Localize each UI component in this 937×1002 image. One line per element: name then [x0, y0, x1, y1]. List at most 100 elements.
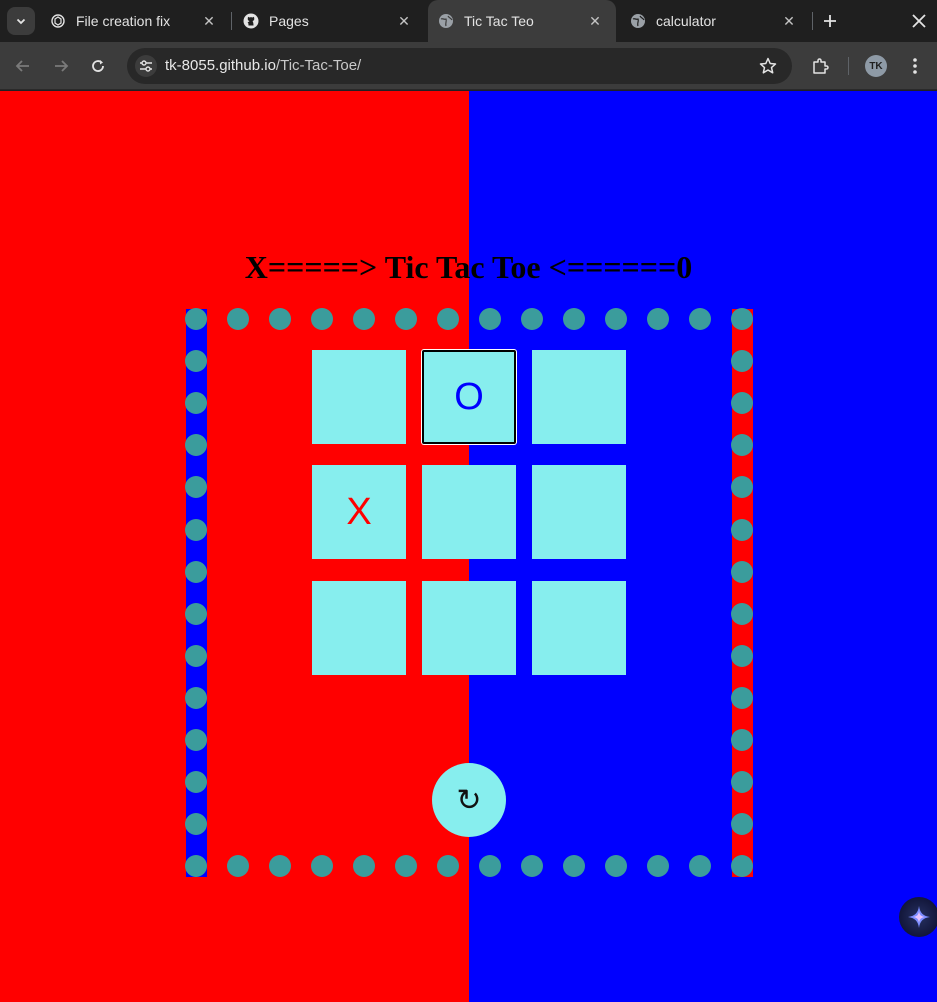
refresh-icon: ↻: [456, 783, 482, 817]
chatgpt-icon: [50, 13, 66, 29]
board-cell-0-1[interactable]: O: [422, 350, 516, 444]
profile-avatar[interactable]: TK: [865, 55, 887, 77]
frame-dot: [731, 560, 753, 583]
frame-dot: [353, 308, 375, 330]
frame-dot: [479, 308, 501, 330]
tab-tic-tac-teo[interactable]: Tic Tac Teo ✕: [428, 0, 616, 42]
frame-dot: [185, 602, 207, 625]
frame-dot: [647, 855, 669, 877]
frame-dot: [437, 855, 459, 877]
page-viewport: X=====> Tic Tac Toe <======0 OX ↻: [0, 91, 937, 1002]
tab-search-button[interactable]: [7, 7, 35, 35]
address-bar[interactable]: tk-8055.github.io/Tic-Tac-Toe/: [127, 48, 792, 84]
frame-dot: [521, 308, 543, 330]
frame-dot: [185, 686, 207, 709]
frame-dot: [185, 308, 207, 330]
github-icon: [243, 13, 259, 29]
frame-dot: [185, 771, 207, 794]
tab-close-icon[interactable]: ✕: [780, 12, 798, 30]
tab-label: Pages: [269, 13, 309, 29]
tab-close-icon[interactable]: ✕: [200, 12, 218, 30]
toolbar-separator: [848, 57, 849, 75]
frame-dot: [185, 729, 207, 751]
tab-label: File creation fix: [76, 13, 171, 29]
extensions-button[interactable]: [808, 54, 832, 78]
url-text: tk-8055.github.io/Tic-Tac-Toe/: [165, 58, 361, 74]
tab-file-creation-fix[interactable]: File creation fix ✕: [40, 0, 230, 42]
tune-icon: [140, 60, 152, 72]
plus-icon: [824, 15, 836, 27]
new-tab-button[interactable]: [818, 9, 842, 33]
board-cell-1-1[interactable]: [422, 465, 516, 559]
globe-icon: [438, 13, 454, 29]
frame-dot: [731, 855, 753, 877]
frame-dot: [269, 308, 291, 330]
close-icon: [912, 14, 926, 28]
tab-label: calculator: [656, 13, 716, 29]
frame-dot: [479, 855, 501, 877]
frame-dot: [731, 686, 753, 709]
forward-button[interactable]: [49, 54, 73, 78]
tab-separator: [231, 12, 232, 30]
frame-dot: [269, 855, 291, 877]
frame-dot: [395, 308, 417, 330]
frame-dot: [311, 308, 333, 330]
tab-calculator[interactable]: calculator ✕: [620, 0, 810, 42]
browser-toolbar: tk-8055.github.io/Tic-Tac-Toe/ TK: [0, 42, 937, 90]
chevron-down-icon: [16, 18, 26, 25]
frame-dot: [689, 308, 711, 330]
board-cell-0-2[interactable]: [532, 350, 626, 444]
sparkle-icon: [908, 906, 930, 928]
frame-dot: [689, 855, 711, 877]
frame-dot: [227, 308, 249, 330]
frame-dot: [731, 729, 753, 751]
frame-dot: [185, 644, 207, 667]
board-cell-1-0[interactable]: X: [312, 465, 406, 559]
board-cell-0-0[interactable]: [312, 350, 406, 444]
frame-dot: [185, 560, 207, 583]
frame-dot: [563, 308, 585, 330]
more-vert-icon: [913, 58, 917, 74]
board-cell-1-2[interactable]: [532, 465, 626, 559]
frame-dot: [605, 308, 627, 330]
tab-close-icon[interactable]: ✕: [395, 12, 413, 30]
frame-dot: [185, 518, 207, 541]
frame-dot: [437, 308, 459, 330]
frame-dot: [605, 855, 627, 877]
frame-dot: [185, 855, 207, 877]
reload-button[interactable]: [86, 54, 110, 78]
frame-dot: [731, 602, 753, 625]
reset-button[interactable]: ↻: [432, 763, 506, 837]
tab-close-icon[interactable]: ✕: [586, 12, 604, 30]
reload-icon: [92, 60, 104, 72]
site-info-button[interactable]: [135, 55, 157, 77]
tab-pages[interactable]: Pages ✕: [233, 0, 425, 42]
frame-dot: [731, 771, 753, 794]
puzzle-icon: [813, 58, 829, 74]
frame-dot: [353, 855, 375, 877]
frame-dot: [185, 350, 207, 373]
url-path: /Tic-Tac-Toe/: [275, 57, 362, 74]
window-close-button[interactable]: [907, 9, 931, 33]
star-icon: [759, 57, 777, 74]
frame-dot: [521, 855, 543, 877]
frame-dot: [311, 855, 333, 877]
frame-dot: [563, 855, 585, 877]
assistant-floating-button[interactable]: [899, 897, 937, 937]
page-title: X=====> Tic Tac Toe <======0: [244, 249, 693, 285]
board-cell-2-1[interactable]: [422, 581, 516, 675]
globe-icon: [630, 13, 646, 29]
frame-dot: [227, 855, 249, 877]
back-button[interactable]: [11, 54, 35, 78]
arrow-left-icon: [15, 60, 29, 72]
browser-menu-button[interactable]: [903, 54, 927, 78]
frame-dot: [395, 855, 417, 877]
tab-label: Tic Tac Teo: [464, 13, 534, 29]
arrow-right-icon: [55, 60, 69, 72]
frame-dot: [731, 350, 753, 373]
board-cell-2-0[interactable]: [312, 581, 406, 675]
frame-dot: [731, 644, 753, 667]
tab-separator: [812, 12, 813, 30]
bookmark-star-button[interactable]: [758, 56, 778, 76]
board-cell-2-2[interactable]: [532, 581, 626, 675]
